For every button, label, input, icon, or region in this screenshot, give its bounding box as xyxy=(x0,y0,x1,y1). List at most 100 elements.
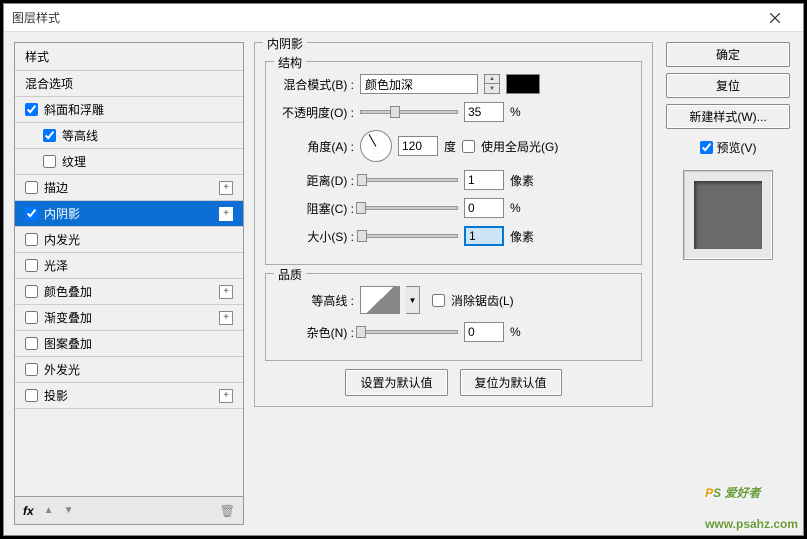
plus-icon[interactable]: + xyxy=(219,389,233,403)
reset-default-button[interactable]: 复位为默认值 xyxy=(460,369,562,396)
style-checkbox[interactable] xyxy=(25,233,38,246)
inner-shadow-group: 内阴影 结构 混合模式(B) : 颜色加深 ▲▼ 不透明 xyxy=(254,42,653,407)
style-checkbox[interactable] xyxy=(43,155,56,168)
style-item[interactable]: 颜色叠加 + xyxy=(15,279,243,305)
style-item[interactable]: 纹理 xyxy=(15,149,243,175)
watermark: PS 爱好者 www.psahz.com xyxy=(705,473,798,535)
distance-unit: 像素 xyxy=(510,172,534,189)
global-light-checkbox[interactable] xyxy=(462,140,475,153)
angle-unit: 度 xyxy=(444,138,456,155)
ok-button[interactable]: 确定 xyxy=(666,42,790,67)
size-input[interactable] xyxy=(464,226,504,246)
angle-input[interactable] xyxy=(398,136,438,156)
opacity-unit: % xyxy=(510,105,521,119)
distance-label: 距离(D) : xyxy=(276,172,354,189)
noise-unit: % xyxy=(510,325,521,339)
styles-list: 样式 混合选项 斜面和浮雕等高线纹理描边+内阴影+内发光光泽颜色叠加+渐变叠加+… xyxy=(14,42,244,497)
style-item[interactable]: 投影 + xyxy=(15,383,243,409)
blending-options-label: 混合选项 xyxy=(25,75,73,92)
blend-mode-label: 混合模式(B) : xyxy=(276,76,354,93)
style-label: 图案叠加 xyxy=(44,335,92,352)
trash-icon[interactable]: 🗑 xyxy=(220,504,235,518)
noise-input[interactable] xyxy=(464,322,504,342)
style-checkbox[interactable] xyxy=(25,181,38,194)
angle-label: 角度(A) : xyxy=(276,138,354,155)
contour-dropdown-icon[interactable]: ▼ xyxy=(406,286,420,314)
style-item[interactable]: 光泽 xyxy=(15,253,243,279)
new-style-button[interactable]: 新建样式(W)... xyxy=(666,104,790,129)
angle-dial[interactable] xyxy=(360,130,392,162)
style-checkbox[interactable] xyxy=(25,207,38,220)
size-slider[interactable] xyxy=(360,234,458,238)
distance-slider[interactable] xyxy=(360,178,458,182)
quality-title: 品质 xyxy=(274,266,306,283)
blend-mode-spinner[interactable]: ▲▼ xyxy=(484,74,500,94)
titlebar: 图层样式 xyxy=(4,4,803,32)
antialias-label: 消除锯齿(L) xyxy=(451,292,514,309)
layer-style-dialog: 图层样式 样式 混合选项 斜面和浮雕等高线纹理描边+ 内阴影 + 内发光光泽颜色叠加 +… xyxy=(3,3,804,536)
content-area: 样式 混合选项 斜面和浮雕等高线纹理描边+内阴影+内发光光泽颜色叠加+渐变叠加+… xyxy=(4,32,803,535)
styles-panel: 样式 混合选项 斜面和浮雕等高线纹理描边+内阴影+内发光光泽颜色叠加+渐变叠加+… xyxy=(14,42,244,525)
fx-menu[interactable]: fx xyxy=(23,504,34,518)
style-label: 内发光 xyxy=(44,231,80,248)
style-item[interactable]: 图案叠加 xyxy=(15,331,243,357)
size-unit: 像素 xyxy=(510,228,534,245)
window-title: 图层样式 xyxy=(12,9,755,26)
contour-label: 等高线 : xyxy=(276,292,354,309)
choke-slider[interactable] xyxy=(360,206,458,210)
opacity-slider[interactable] xyxy=(360,110,458,114)
plus-icon[interactable]: + xyxy=(219,181,233,195)
style-checkbox[interactable] xyxy=(25,337,38,350)
preview-checkbox[interactable] xyxy=(700,141,713,154)
plus-icon[interactable]: + xyxy=(219,207,233,221)
structure-title: 结构 xyxy=(274,54,306,71)
style-checkbox[interactable] xyxy=(43,129,56,142)
size-label: 大小(S) : xyxy=(276,228,354,245)
style-checkbox[interactable] xyxy=(25,285,38,298)
structure-group: 结构 混合模式(B) : 颜色加深 ▲▼ 不透明度(O) : xyxy=(265,61,642,265)
preview-label: 预览(V) xyxy=(717,139,757,156)
antialias-checkbox[interactable] xyxy=(432,294,445,307)
close-button[interactable] xyxy=(755,5,795,31)
style-label: 光泽 xyxy=(44,257,68,274)
blending-options-item[interactable]: 混合选项 xyxy=(15,71,243,97)
shadow-color-swatch[interactable] xyxy=(506,74,540,94)
style-checkbox[interactable] xyxy=(25,389,38,402)
style-item[interactable]: 等高线 xyxy=(15,123,243,149)
plus-icon[interactable]: + xyxy=(219,285,233,299)
cancel-button[interactable]: 复位 xyxy=(666,73,790,98)
noise-slider[interactable] xyxy=(360,330,458,334)
style-item[interactable]: 斜面和浮雕 xyxy=(15,97,243,123)
style-checkbox[interactable] xyxy=(25,311,38,324)
style-item[interactable]: 渐变叠加+ xyxy=(15,305,243,331)
style-item[interactable]: 内发光 xyxy=(15,227,243,253)
opacity-input[interactable] xyxy=(464,102,504,122)
contour-picker[interactable] xyxy=(360,286,400,314)
opacity-label: 不透明度(O) : xyxy=(276,104,354,121)
close-icon xyxy=(770,13,780,23)
move-down-icon[interactable]: ▼ xyxy=(64,505,74,516)
move-up-icon[interactable]: ▲ xyxy=(44,505,54,516)
preview-swatch xyxy=(694,181,762,249)
style-label: 内阴影 xyxy=(44,205,80,222)
styles-footer: fx ▲ ▼ 🗑 xyxy=(14,497,244,525)
style-label: 颜色叠加 xyxy=(44,283,92,300)
global-light-label: 使用全局光(G) xyxy=(481,138,558,155)
quality-group: 品质 等高线 : ▼ 消除锯齿(L) 杂色(N) : % xyxy=(265,273,642,361)
style-label: 投影 xyxy=(44,387,68,404)
style-item[interactable]: 内阴影 + xyxy=(15,201,243,227)
make-default-button[interactable]: 设置为默认值 xyxy=(345,369,447,396)
styles-header[interactable]: 样式 xyxy=(15,43,243,71)
plus-icon[interactable]: + xyxy=(219,311,233,325)
style-checkbox[interactable] xyxy=(25,259,38,272)
style-checkbox[interactable] xyxy=(25,103,38,116)
preview-box xyxy=(683,170,773,260)
style-item[interactable]: 外发光 xyxy=(15,357,243,383)
panel-title: 内阴影 xyxy=(263,35,307,52)
distance-input[interactable] xyxy=(464,170,504,190)
style-item[interactable]: 描边+ xyxy=(15,175,243,201)
choke-unit: % xyxy=(510,201,521,215)
blend-mode-select[interactable]: 颜色加深 xyxy=(360,74,478,94)
style-checkbox[interactable] xyxy=(25,363,38,376)
choke-input[interactable] xyxy=(464,198,504,218)
